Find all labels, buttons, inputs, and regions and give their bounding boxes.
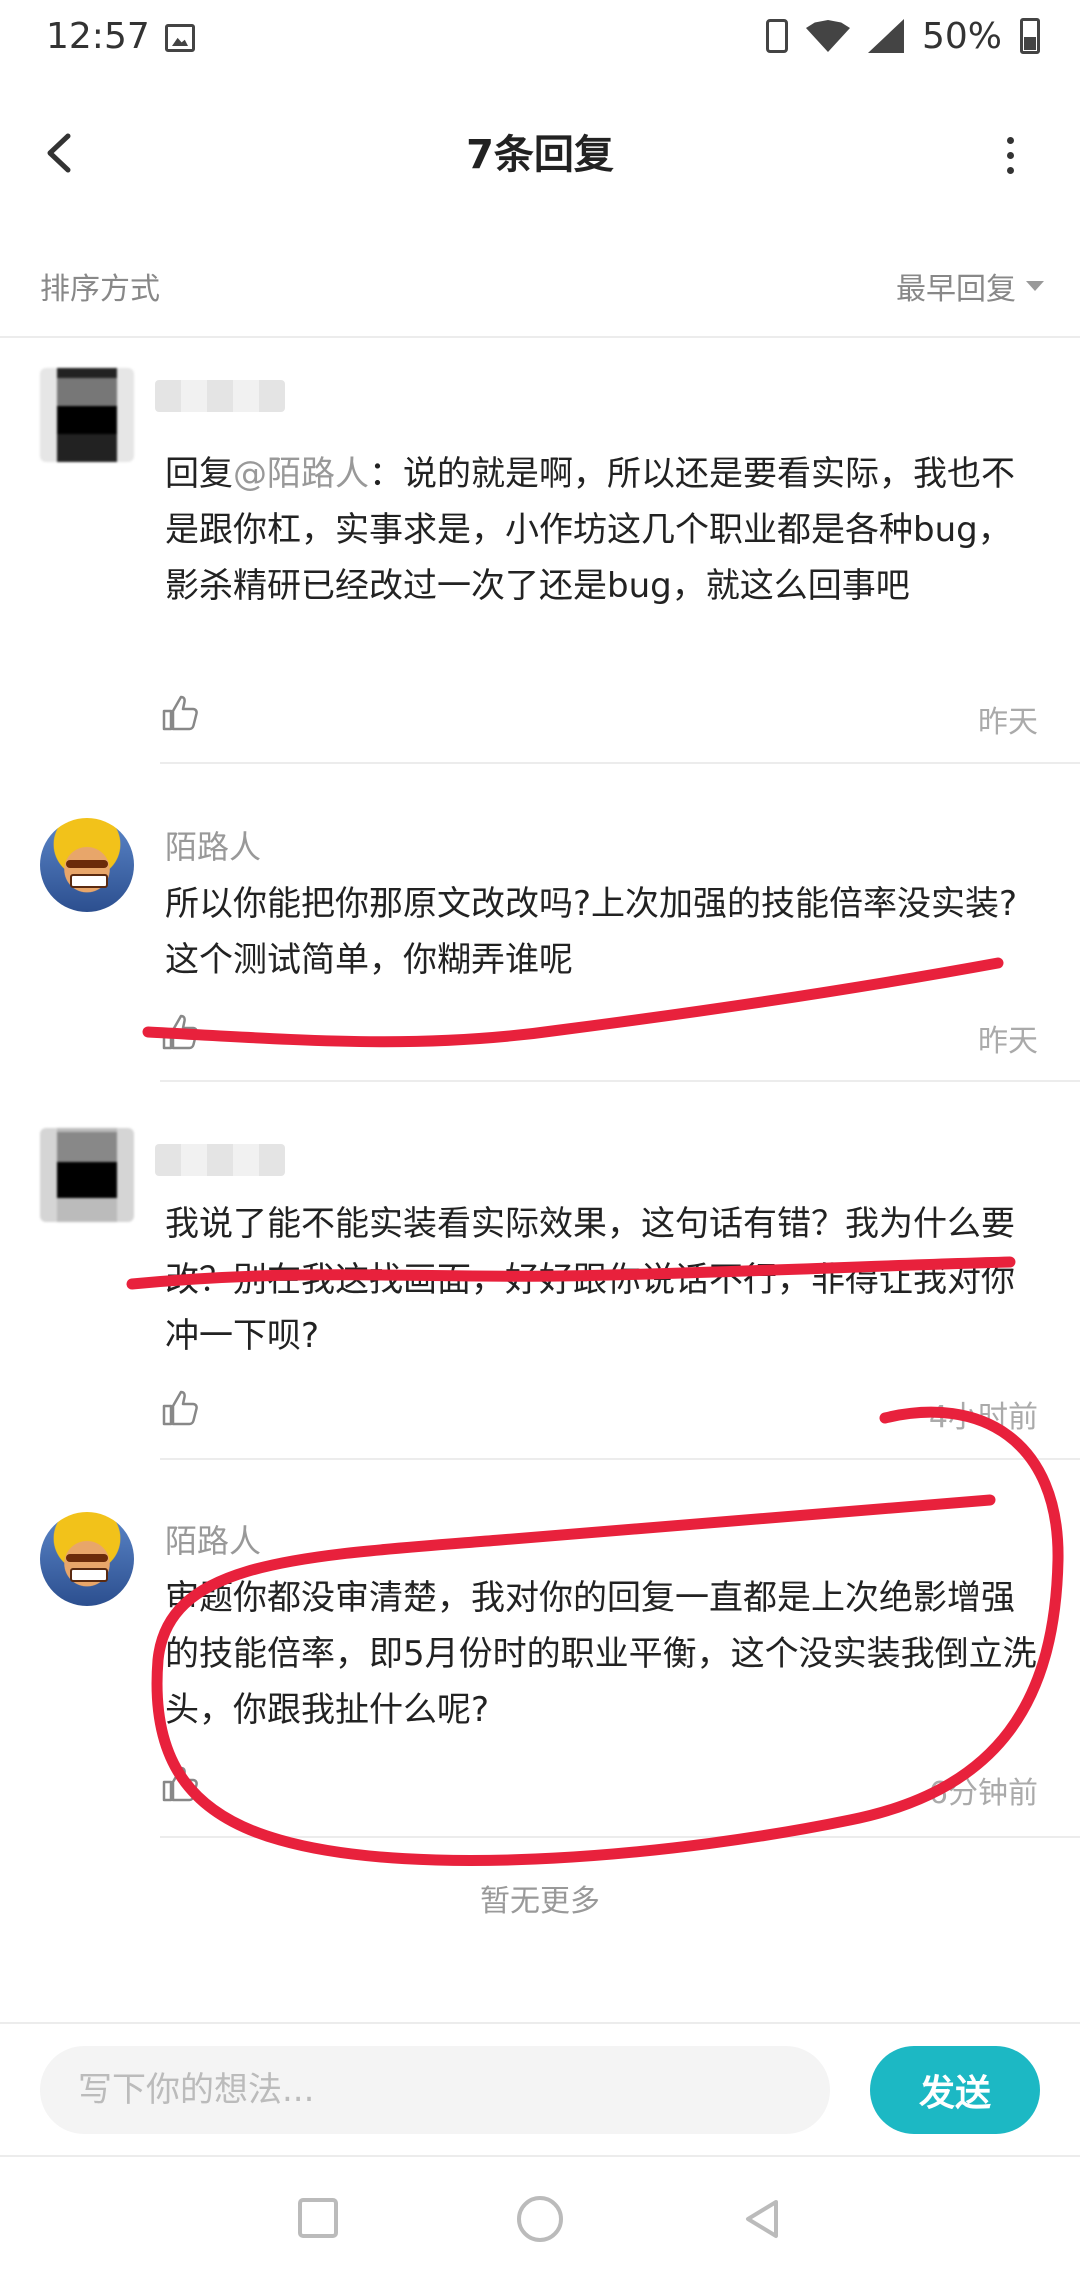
reply-prefix: 回复 xyxy=(165,454,233,494)
divider xyxy=(160,1080,1080,1082)
thumbs-up-icon xyxy=(162,1766,198,1802)
username[interactable]: 陌路人 xyxy=(165,822,261,868)
like-button[interactable] xyxy=(160,693,200,733)
comment-time: 6分钟前 xyxy=(928,1776,1038,1811)
thumbs-up-icon xyxy=(162,695,198,731)
battery-icon xyxy=(1020,18,1040,54)
thumbs-up-icon xyxy=(162,1390,198,1426)
like-button[interactable] xyxy=(160,1388,200,1428)
page-title: 7条回复 xyxy=(466,132,614,178)
status-time: 12:57 xyxy=(46,16,150,57)
sort-selected-value: 最早回复 xyxy=(896,272,1016,307)
more-options-button[interactable] xyxy=(990,130,1030,180)
comment-text: 回复@陌路人：说的就是啊，所以还是要看实际，我也不是跟你杠，实事求是，小作坊这几… xyxy=(165,446,1045,614)
avatar[interactable] xyxy=(40,818,134,912)
no-more-label: 暂无更多 xyxy=(480,1884,600,1919)
thumbs-up-icon xyxy=(162,1014,198,1050)
signal-icon xyxy=(867,19,904,53)
comment-time: 昨天 xyxy=(978,1024,1038,1059)
divider xyxy=(0,336,1080,338)
avatar[interactable] xyxy=(40,1512,134,1606)
wifi-icon xyxy=(805,20,850,52)
caret-down-icon xyxy=(1026,281,1044,291)
avatar[interactable] xyxy=(40,1128,134,1222)
sort-label: 排序方式 xyxy=(40,272,160,307)
divider xyxy=(0,2155,1080,2157)
dot-icon xyxy=(1006,166,1014,174)
like-button[interactable] xyxy=(160,1764,200,1804)
status-icons: 50% xyxy=(765,14,1040,58)
comment-body: 我说了能不能实装看实际效果，这句话有错？我为什么要改？别在我这找画面，好好跟你说… xyxy=(165,1204,1015,1356)
comment-input[interactable] xyxy=(40,2046,830,2134)
dot-icon xyxy=(1006,151,1014,159)
comment-body: 审题你都没审清楚，我对你的回复一直都是上次绝影增强的技能倍率，即5月份时的职业平… xyxy=(165,1578,1037,1730)
recents-button[interactable] xyxy=(298,2198,338,2238)
divider xyxy=(160,762,1080,764)
red-annotation-marks xyxy=(126,957,1064,1866)
system-back-button[interactable] xyxy=(740,2196,784,2242)
image-notification-icon xyxy=(165,24,195,52)
divider xyxy=(160,1836,1080,1838)
sort-select[interactable]: 最早回复 xyxy=(896,264,1044,308)
home-button[interactable] xyxy=(517,2196,563,2242)
vibrate-icon xyxy=(765,19,788,53)
username-blurred[interactable] xyxy=(155,380,285,412)
triangle-back-icon xyxy=(746,2200,778,2238)
divider xyxy=(160,1458,1080,1460)
username[interactable]: 陌路人 xyxy=(165,1516,261,1562)
like-button[interactable] xyxy=(160,1012,200,1052)
comment-body: 所以你能把你那原文改改吗?上次加强的技能倍率没实装?这个测试简单，你糊弄谁呢 xyxy=(165,884,1018,980)
comment-time: 昨天 xyxy=(978,705,1038,740)
avatar[interactable] xyxy=(40,368,134,462)
username-blurred[interactable] xyxy=(155,1144,285,1176)
dot-icon xyxy=(1006,136,1014,144)
battery-percent: 50% xyxy=(921,15,1002,57)
divider xyxy=(0,2022,1080,2024)
mention-link[interactable]: @陌路人 xyxy=(233,454,369,494)
send-button[interactable]: 发送 xyxy=(870,2046,1040,2134)
comment-time: 4小时前 xyxy=(928,1400,1038,1435)
